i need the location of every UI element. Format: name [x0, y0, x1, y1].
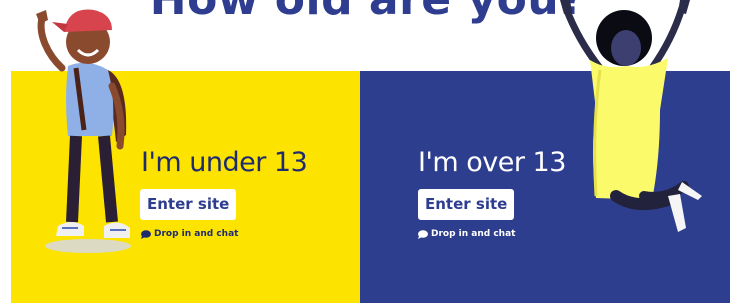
under-13-chat-label: Drop in and chat: [154, 229, 239, 239]
waving-boy-illustration: [36, 9, 131, 253]
speech-bubble-icon: [141, 229, 151, 239]
under-13-chat-link[interactable]: Drop in and chat: [141, 229, 238, 239]
over-13-title: I'm over 13: [418, 147, 566, 178]
under-13-title: I'm under 13: [141, 147, 308, 178]
speech-bubble-icon: [418, 229, 428, 239]
over-13-chat-label: Drop in and chat: [431, 229, 516, 239]
under-13-enter-button[interactable]: Enter site: [140, 189, 237, 220]
over-13-chat-link[interactable]: Drop in and chat: [418, 229, 515, 239]
jumping-girl-illustration: [560, 0, 702, 232]
over-13-enter-button[interactable]: Enter site: [418, 189, 515, 220]
